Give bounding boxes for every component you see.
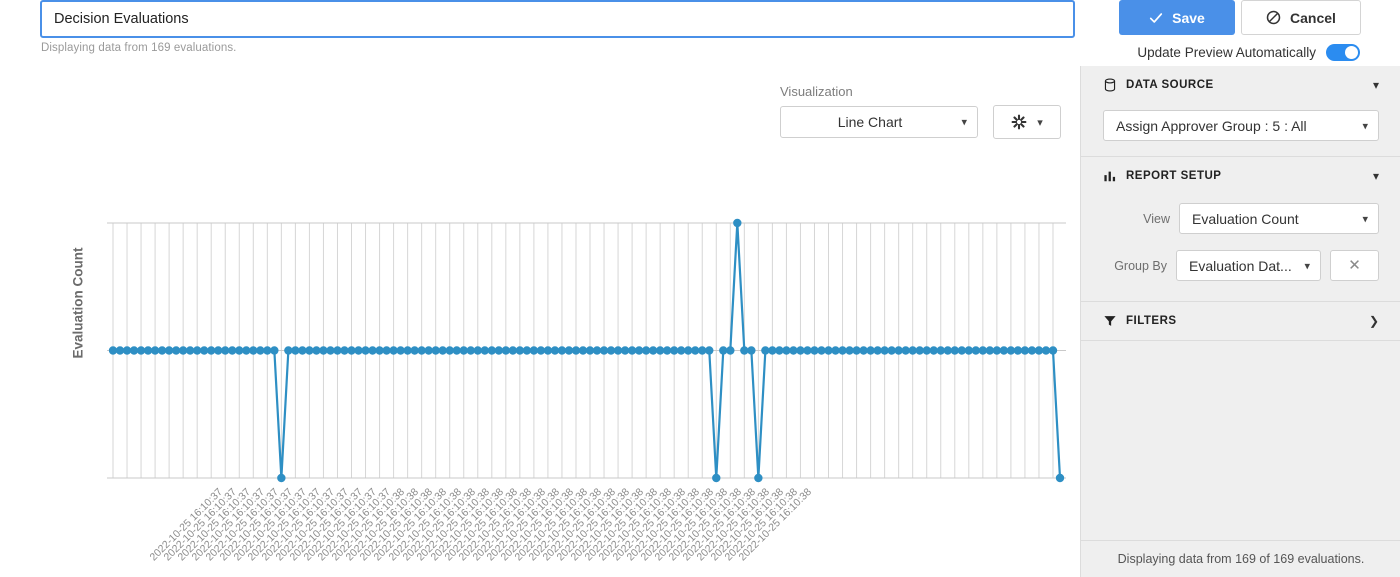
data-source-title: DATA SOURCE [1126, 79, 1214, 91]
group-by-field-row: Group By Evaluation Dat... ▾ ✕ [1103, 250, 1379, 281]
y-axis-title: Evaluation Count [70, 247, 86, 359]
data-point [726, 346, 735, 355]
sidebar-section-report-setup: REPORT SETUP ▾ View Evaluation Count ▾ G… [1081, 157, 1400, 302]
report-setup-header[interactable]: REPORT SETUP ▾ [1081, 157, 1400, 195]
bar-chart-icon [1104, 171, 1116, 182]
chevron-right-icon: ❯ [1368, 314, 1379, 328]
report-subtitle: Displaying data from 169 evaluations. [41, 42, 237, 54]
data-point [277, 473, 286, 483]
funnel-icon [1104, 316, 1116, 326]
data-point [733, 218, 742, 228]
no-entry-icon [1266, 10, 1281, 25]
cancel-button[interactable]: Cancel [1241, 0, 1361, 35]
data-point [712, 473, 721, 483]
chevron-down-icon: ▾ [1362, 120, 1368, 132]
line-chart: Evaluation Count Evaluation Date 2022-10… [0, 66, 1080, 577]
view-field-label: View [1143, 211, 1170, 226]
filters-title: FILTERS [1126, 315, 1177, 327]
data-point [754, 473, 763, 483]
database-icon [1104, 78, 1116, 92]
sidebar-footer-status: Displaying data from 169 of 169 evaluati… [1117, 552, 1365, 566]
view-field-row: View Evaluation Count ▾ [1103, 203, 1379, 234]
report-setup-title: REPORT SETUP [1126, 170, 1222, 182]
view-select[interactable]: Evaluation Count ▾ [1179, 203, 1379, 234]
chevron-down-icon: ▾ [1304, 260, 1310, 272]
data-source-select[interactable]: Assign Approver Group : 5 : All ▾ [1103, 110, 1379, 141]
save-button[interactable]: Save [1119, 0, 1235, 35]
report-builder-page: Displaying data from 169 evaluations. Sa… [0, 0, 1400, 577]
filters-header[interactable]: FILTERS ❯ [1081, 302, 1400, 340]
chevron-down-icon: ▾ [1372, 78, 1379, 92]
sidebar-section-filters: FILTERS ❯ [1081, 302, 1400, 341]
chevron-down-icon: ▾ [1372, 169, 1379, 183]
data-point [747, 346, 756, 355]
sidebar-footer: Displaying data from 169 of 169 evaluati… [1081, 540, 1400, 577]
sidebar-section-data-source: DATA SOURCE ▾ Assign Approver Group : 5 … [1081, 66, 1400, 157]
chevron-down-icon: ▾ [1362, 213, 1368, 225]
group-by-field-label: Group By [1114, 258, 1167, 273]
save-button-label: Save [1172, 9, 1205, 26]
view-select-value: Evaluation Count [1192, 210, 1299, 227]
chart-panel: Visualization Line Chart ▾ ▾ Evaluation … [0, 66, 1080, 577]
group-by-clear-button[interactable]: ✕ [1330, 250, 1379, 281]
chart-plot-area[interactable] [0, 66, 1080, 577]
report-title-input[interactable] [40, 0, 1075, 38]
top-toolbar: Displaying data from 169 evaluations. Sa… [0, 0, 1400, 66]
data-point [270, 346, 279, 355]
sidebar: DATA SOURCE ▾ Assign Approver Group : 5 … [1080, 66, 1400, 577]
data-point [1048, 346, 1058, 355]
cancel-button-label: Cancel [1290, 9, 1336, 26]
group-by-select[interactable]: Evaluation Dat... ▾ [1176, 250, 1321, 281]
update-preview-label: Update Preview Automatically [1137, 45, 1316, 60]
data-source-header[interactable]: DATA SOURCE ▾ [1081, 66, 1400, 104]
group-by-select-value: Evaluation Dat... [1189, 257, 1292, 274]
update-preview-row: Update Preview Automatically [1137, 44, 1360, 61]
data-source-value: Assign Approver Group : 5 : All [1116, 117, 1307, 134]
update-preview-toggle[interactable] [1326, 44, 1360, 61]
data-point [1055, 473, 1065, 483]
close-icon: ✕ [1348, 257, 1361, 274]
data-point [705, 346, 714, 355]
check-icon [1150, 12, 1163, 23]
